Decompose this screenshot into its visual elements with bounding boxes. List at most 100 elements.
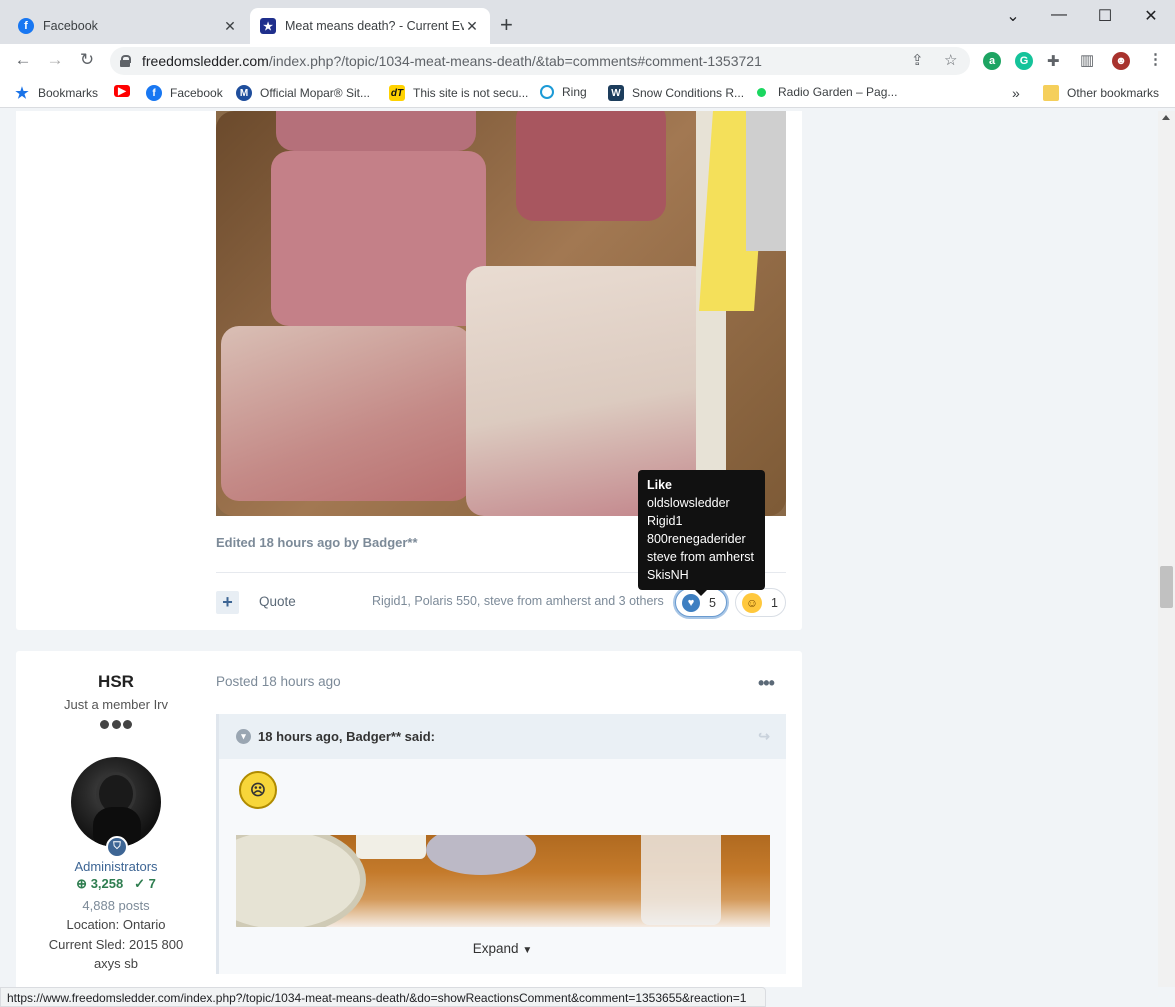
status-bar-url: https://www.freedomsledder.com/index.php…	[0, 987, 766, 1007]
caret-down-icon: ▼	[522, 945, 533, 956]
radio-garden-icon	[757, 87, 766, 97]
bookmark-star-icon[interactable]: ☆	[944, 51, 957, 69]
page-content: Edited 18 hours ago by Badger** + Quote …	[0, 111, 1158, 987]
expand-label: Expand	[472, 941, 519, 956]
tab-title: Facebook	[43, 19, 98, 33]
forward-icon[interactable]: →	[44, 50, 66, 70]
laugh-count: 1	[771, 595, 778, 610]
quote-button[interactable]: Quote	[259, 594, 296, 609]
star-icon: ★	[15, 85, 29, 102]
scroll-up-icon[interactable]	[1162, 115, 1170, 120]
collapse-chevron-icon[interactable]: ▾	[236, 729, 251, 744]
youtube-icon: ▶	[114, 85, 130, 97]
laugh-reaction-button[interactable]: ☺ 1	[735, 588, 786, 617]
share-icon[interactable]: ⇪	[911, 51, 924, 69]
minimize-icon[interactable]: —	[1044, 6, 1074, 24]
avatar[interactable]	[71, 757, 161, 847]
ring-icon	[540, 85, 554, 99]
tab-title: Meat means death? - Current Eve	[285, 19, 464, 33]
side-panel-icon[interactable]: ▥	[1080, 51, 1094, 69]
address-bar[interactable]: freedomsledder.com/index.php?/topic/1034…	[110, 47, 970, 75]
facebook-icon: f	[146, 85, 162, 101]
dt-icon: dT	[389, 85, 405, 101]
browser-tab-bar: f Facebook ✕ ★ Meat means death? - Curre…	[0, 0, 1175, 44]
mopar-icon: M	[236, 85, 252, 101]
reload-icon[interactable]: ↻	[76, 50, 98, 70]
posted-time[interactable]: Posted 18 hours ago	[216, 674, 341, 689]
tooltip-title: Like	[647, 478, 673, 492]
forum-post: HSR Just a member Irv ⛉ Administrators ⊕…	[16, 651, 802, 987]
multiquote-add-button[interactable]: +	[216, 591, 239, 614]
bookmark-label: This site is not secu...	[413, 86, 529, 100]
tooltip-user: SkisNH	[647, 568, 689, 582]
laugh-emoji-icon: ☺	[742, 592, 762, 613]
wisconsin-icon: W	[608, 85, 624, 101]
url-path: /index.php?/topic/1034-meat-means-death/…	[268, 53, 762, 69]
current-sled-cont: axys sb	[93, 956, 139, 971]
edited-note: Edited 18 hours ago by Badger**	[216, 535, 418, 550]
browser-toolbar: ← → ↻ freedomsledder.com/index.php?/topi…	[0, 44, 1175, 78]
tab-search-icon[interactable]: ⌄	[998, 6, 1028, 26]
reactors-list-link[interactable]: Rigid1, Polaris 550, steve from amherst …	[372, 594, 664, 608]
quote-block: ▾ 18 hours ago, Badger** said: ↪ ☹ Expan…	[216, 714, 786, 974]
new-tab-icon[interactable]: +	[500, 14, 513, 36]
bookmark-not-secure[interactable]: dT This site is not secu...	[389, 85, 528, 101]
facebook-icon: f	[18, 18, 34, 34]
back-icon[interactable]: ←	[12, 50, 34, 70]
bookmark-youtube[interactable]: ▶	[114, 85, 138, 97]
menu-kebab-icon[interactable]: ⋮	[1148, 50, 1163, 68]
tooltip-user: steve from amherst	[647, 550, 754, 564]
close-tab-icon[interactable]: ✕	[464, 18, 480, 35]
reaction-tooltip: Like oldslowsledder Rigid1 800renegaderi…	[638, 470, 765, 596]
lock-icon	[120, 55, 131, 67]
bookmark-label: Facebook	[170, 86, 223, 100]
scrollbar-thumb[interactable]	[1160, 566, 1173, 608]
extensions-puzzle-icon[interactable]: ✚	[1047, 52, 1060, 70]
quoted-image-food[interactable]	[236, 835, 770, 927]
emoji-icon: ☹	[239, 771, 277, 809]
solution-check-icon: ✓	[134, 876, 145, 891]
bookmark-snow-conditions[interactable]: W Snow Conditions R...	[608, 85, 744, 101]
rank-pips	[100, 720, 132, 729]
folder-icon	[1043, 85, 1059, 101]
close-tab-icon[interactable]: ✕	[222, 18, 238, 35]
bookmark-bookmarks[interactable]: ★ Bookmarks	[14, 85, 98, 102]
bookmark-facebook[interactable]: f Facebook	[146, 85, 223, 101]
location: Location: Ontario	[66, 917, 166, 932]
bookmark-label: Official Mopar® Sit...	[260, 86, 370, 100]
bookmark-label: Ring	[562, 85, 587, 99]
rep-plus-icon: ⊕	[76, 876, 88, 891]
maximize-icon[interactable]: ☐	[1090, 6, 1120, 26]
like-count: 5	[709, 595, 716, 610]
tab-facebook[interactable]: f Facebook ✕	[8, 8, 248, 44]
close-window-icon[interactable]: ✕	[1136, 6, 1166, 26]
profile-avatar-icon[interactable]: ☻	[1112, 52, 1130, 70]
site-star-icon: ★	[260, 18, 276, 34]
tooltip-user: Rigid1	[647, 514, 683, 528]
rep-solutions: 7	[148, 876, 156, 891]
more-bookmarks-icon[interactable]: »	[1012, 85, 1020, 101]
bookmark-radio-garden[interactable]: Radio Garden – Pag...	[757, 85, 897, 99]
extension-a-icon[interactable]: a	[983, 52, 1001, 70]
bookmark-ring[interactable]: Ring	[540, 85, 587, 99]
grammarly-icon[interactable]: G	[1015, 52, 1033, 70]
bookmark-label: Other bookmarks	[1067, 86, 1160, 100]
author-name[interactable]: HSR	[16, 672, 216, 692]
rep-positive: 3,258	[90, 876, 124, 891]
bookmark-mopar[interactable]: M Official Mopar® Sit...	[236, 85, 370, 101]
heart-icon: ♥	[682, 593, 700, 612]
quote-citation: 18 hours ago, Badger** said:	[258, 729, 435, 744]
bookmarks-bar: ★ Bookmarks ▶ f Facebook M Official Mopa…	[0, 78, 1175, 108]
reputation: ⊕ 3,258 ✓ 7	[16, 876, 216, 892]
post-image-meat[interactable]	[216, 111, 786, 516]
tooltip-user: 800renegaderider	[647, 532, 746, 546]
expand-button[interactable]: Expand ▼	[219, 941, 786, 956]
post-options-icon[interactable]: •••	[758, 673, 775, 694]
tab-meat-means-death[interactable]: ★ Meat means death? - Current Eve ✕	[250, 8, 490, 44]
quote-share-icon[interactable]: ↪	[758, 728, 770, 745]
bookmark-label: Radio Garden – Pag...	[778, 85, 898, 99]
admin-shield-icon: ⛉	[106, 836, 128, 858]
post-count: 4,888 posts	[82, 898, 150, 913]
page-scrollbar[interactable]	[1158, 111, 1175, 987]
other-bookmarks[interactable]: Other bookmarks	[1043, 85, 1159, 101]
